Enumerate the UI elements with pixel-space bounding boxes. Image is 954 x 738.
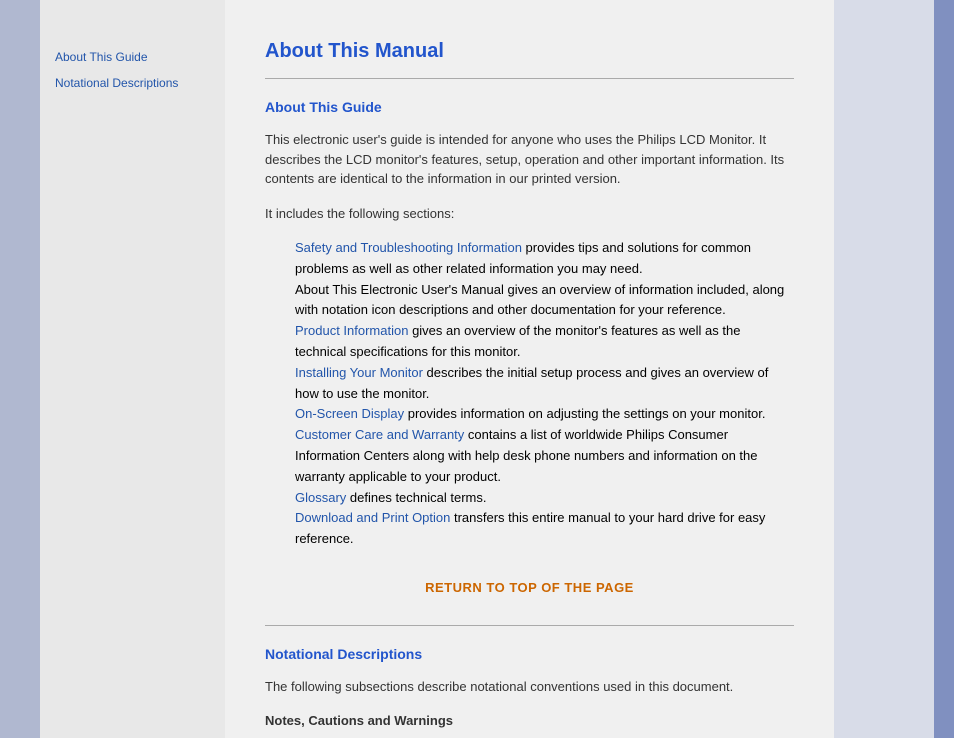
- page-title: About This Manual: [265, 40, 794, 63]
- about-guide-title: About This Guide: [265, 99, 794, 115]
- product-link[interactable]: Product Information: [295, 323, 408, 338]
- links-block: Safety and Troubleshooting Information p…: [295, 238, 794, 550]
- about-guide-intro-p1: This electronic user's guide is intended…: [265, 130, 794, 189]
- sidebar-item-about-guide[interactable]: About This Guide: [55, 50, 210, 64]
- customer-care-link[interactable]: Customer Care and Warranty: [295, 427, 464, 442]
- glossary-text: defines technical terms.: [346, 490, 486, 505]
- osd-text: provides information on adjusting the se…: [404, 406, 765, 421]
- notational-intro: The following subsections describe notat…: [265, 677, 794, 697]
- main-content: About This Manual About This Guide This …: [225, 0, 834, 738]
- download-link[interactable]: Download and Print Option: [295, 510, 450, 525]
- link-product: Product Information gives an overview of…: [295, 323, 740, 359]
- link-download: Download and Print Option transfers this…: [295, 510, 765, 546]
- notes-cautions-title: Notes, Cautions and Warnings: [265, 711, 794, 731]
- right-panel: [834, 0, 954, 738]
- about-guide-intro-p2: It includes the following sections:: [265, 204, 794, 224]
- link-osd: On-Screen Display provides information o…: [295, 406, 765, 421]
- link-customer-care: Customer Care and Warranty contains a li…: [295, 427, 758, 484]
- link-glossary: Glossary defines technical terms.: [295, 490, 486, 505]
- sidebar: About This Guide Notational Descriptions: [40, 0, 225, 738]
- notational-title: Notational Descriptions: [265, 646, 794, 662]
- divider-middle: [265, 625, 794, 626]
- about-manual-text: About This Electronic User's Manual give…: [295, 282, 784, 318]
- safety-link[interactable]: Safety and Troubleshooting Information: [295, 240, 522, 255]
- installing-link[interactable]: Installing Your Monitor: [295, 365, 423, 380]
- osd-link[interactable]: On-Screen Display: [295, 406, 404, 421]
- return-to-top-link[interactable]: RETURN TO TOP OF THE PAGE: [265, 580, 794, 595]
- right-accent: [934, 0, 954, 738]
- link-safety: Safety and Troubleshooting Information p…: [295, 240, 751, 276]
- glossary-link[interactable]: Glossary: [295, 490, 346, 505]
- link-installing: Installing Your Monitor describes the in…: [295, 365, 768, 401]
- sidebar-item-notational[interactable]: Notational Descriptions: [55, 76, 210, 90]
- divider-top: [265, 78, 794, 79]
- left-border: [0, 0, 40, 738]
